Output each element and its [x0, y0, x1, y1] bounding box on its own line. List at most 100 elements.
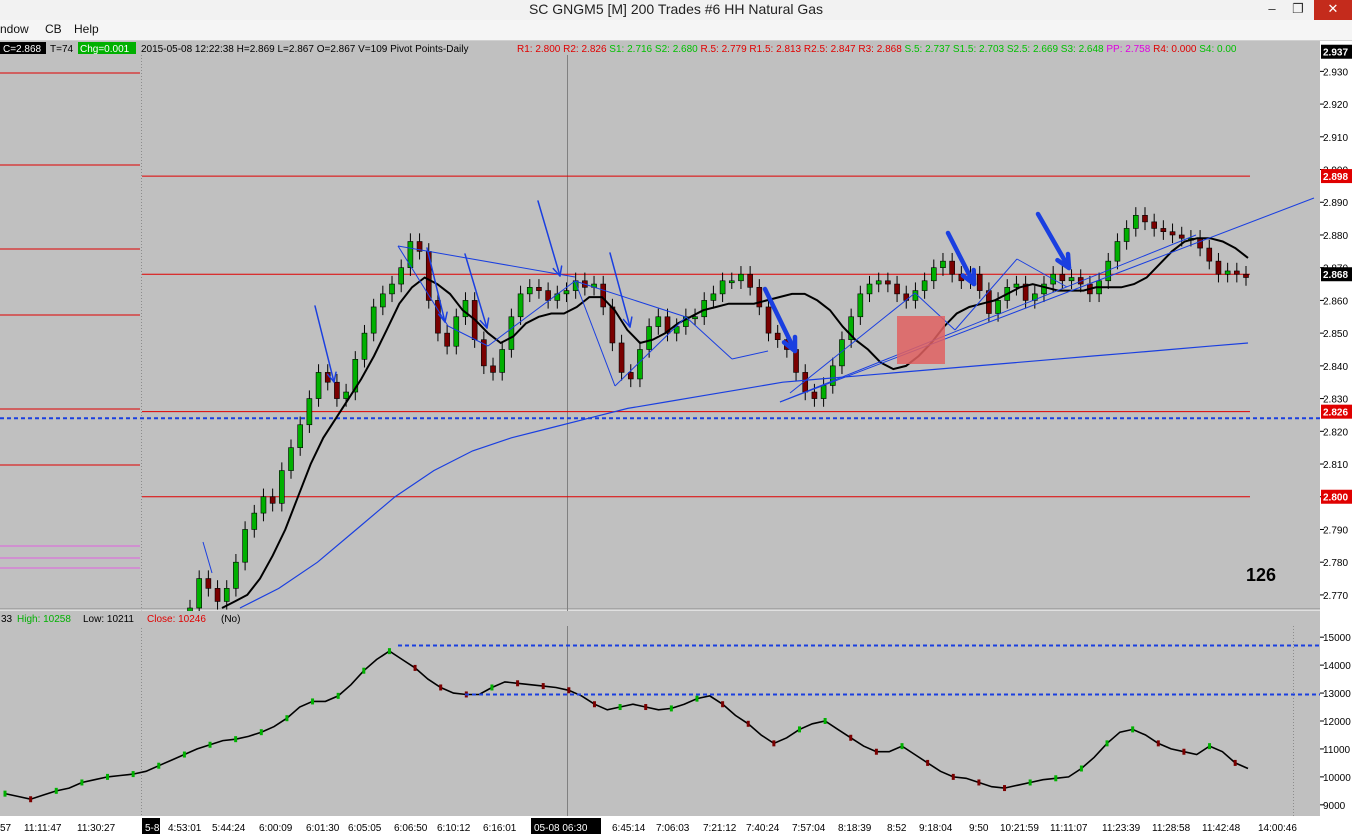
candle [370, 306, 377, 334]
time-tick-label: 11:23:39 [1102, 823, 1141, 834]
delta-volume-bar [849, 734, 853, 741]
delta-volume-bar [413, 664, 417, 671]
delta-volume-bar [80, 779, 84, 786]
time-tick-label: 6:06:50 [394, 823, 428, 834]
candle [820, 385, 827, 399]
lower-prefix-text: 33 [1, 614, 13, 625]
menu-help[interactable]: Help [74, 22, 99, 36]
pivot-values-text: R1: 2.800 R2: 2.826 S1: 2.716 S2: 2.680 … [517, 44, 1237, 55]
price-tick-label: 2.920 [1323, 100, 1348, 111]
price-tick-label: 2.880 [1323, 231, 1348, 242]
menu-cb[interactable]: CB [45, 22, 62, 36]
price-tick-label: 2.790 [1323, 525, 1348, 536]
candle [618, 342, 625, 373]
pivot-value: S2: 2.680 [652, 44, 698, 55]
candle [692, 316, 698, 320]
trade-count-text: T=74 [50, 44, 74, 55]
pivot-value: S1: 2.716 [607, 44, 653, 55]
delta-volume-bar [1233, 759, 1237, 766]
delta-volume-bar [1003, 785, 1007, 792]
delta-volume-bar [387, 648, 391, 655]
volume-tick-label: 10000 [1323, 773, 1351, 784]
restore-button[interactable]: ❐ [1283, 0, 1313, 20]
candle [205, 578, 212, 589]
delta-volume-bar [900, 743, 904, 750]
volume-tick-label: 12000 [1323, 717, 1351, 728]
time-tick-label: 57 [0, 823, 12, 834]
price-tick-label: 2.770 [1323, 591, 1348, 602]
candle [1114, 241, 1121, 262]
candle [536, 287, 542, 291]
delta-volume-bar [54, 787, 58, 794]
candle [554, 293, 561, 301]
delta-volume-bar [29, 796, 33, 803]
price-tick-label: 2.840 [1323, 362, 1348, 373]
chart-area[interactable]: 2.770 2.780 2.790 2.800 2.810 2.820 2.830 2.840… [0, 41, 1352, 836]
delta-volume-bar [772, 740, 776, 747]
candle [444, 332, 450, 347]
volume-tick-label: 14000 [1323, 661, 1351, 672]
candle [251, 512, 258, 530]
candle [361, 332, 368, 360]
time-tick-label: 11:28:58 [1152, 823, 1191, 834]
candle [297, 424, 303, 448]
candle [196, 578, 202, 609]
price-tag-label: 2.898 [1323, 172, 1348, 183]
candle [508, 316, 515, 350]
delta-volume-bar [695, 695, 699, 702]
delta-volume-bar [3, 790, 7, 797]
candle [1123, 228, 1130, 242]
menu-window[interactable]: ndow [0, 22, 29, 36]
delta-volume-bar [311, 698, 315, 705]
time-tick-label: 8:18:39 [838, 823, 872, 834]
pivot-value: S.5: 2.737 [902, 44, 951, 55]
delta-volume-bar [106, 773, 110, 780]
time-tick-label: 6:10:12 [437, 823, 471, 834]
candle [811, 391, 818, 399]
time-tick-label: 6:05:05 [348, 823, 382, 834]
candle [930, 267, 937, 282]
pivot-value: R3: 2.868 [856, 44, 903, 55]
delta-volume-bar [823, 718, 827, 724]
candle [1224, 270, 1231, 275]
menu-bar: ndow CB Help [0, 20, 1352, 41]
candle [627, 372, 634, 380]
candle [499, 349, 506, 373]
chart-background [0, 41, 1352, 836]
delta-volume-bar [541, 683, 545, 690]
candle [756, 287, 763, 308]
time-tick-label: 6:45:14 [612, 823, 646, 834]
close-button[interactable]: ✕ [1314, 0, 1352, 20]
candle [279, 470, 285, 504]
delta-volume-bar [721, 701, 725, 708]
candle [765, 306, 772, 334]
candle [435, 300, 441, 334]
delta-volume-bar [490, 684, 494, 691]
candle [866, 283, 873, 295]
candle [1169, 231, 1176, 236]
delta-volume-bar [669, 705, 673, 712]
lower-close-text: Close: 10246 [147, 614, 206, 625]
candle [1059, 273, 1066, 282]
window-title: SC GNGM5 [M] 200 Trades #6 HH Natural Ga… [528, 1, 824, 17]
title-bar: SC GNGM5 [M] 200 Trades #6 HH Natural Ga… [0, 0, 1352, 21]
time-tick-label: 14:00:46 [1258, 823, 1297, 834]
pivot-value: S2.5: 2.669 [1004, 44, 1058, 55]
candle [223, 588, 230, 602]
delta-volume-bar [797, 726, 801, 733]
price-tag-label: 2.868 [1323, 270, 1348, 281]
price-tick-label: 2.930 [1323, 67, 1348, 78]
price-tick-label: 2.780 [1323, 558, 1348, 569]
time-tick-label: 7:06:03 [656, 823, 690, 834]
change-text: Chg=0.001 [80, 44, 130, 55]
candle [609, 306, 616, 344]
candle [233, 561, 239, 589]
candle [1234, 270, 1240, 275]
candle [1151, 221, 1157, 229]
candle [242, 529, 248, 563]
candle [380, 293, 386, 308]
delta-volume-bar [182, 751, 186, 758]
candle [1160, 228, 1167, 232]
candle [288, 447, 294, 471]
candle [343, 391, 349, 399]
